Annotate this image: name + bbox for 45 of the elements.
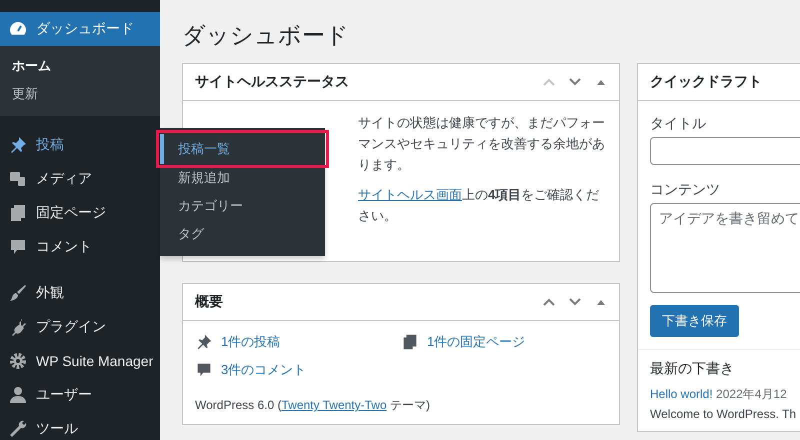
- title-input[interactable]: [650, 137, 800, 165]
- submenu-item[interactable]: 更新: [0, 80, 160, 108]
- field-label: コンテンツ: [650, 181, 721, 199]
- submenu-item[interactable]: ホーム: [0, 52, 160, 80]
- flyout-item[interactable]: タグ: [160, 220, 325, 248]
- sidebar-item[interactable]: WP Suite Manager: [0, 344, 160, 378]
- pushpin-icon: [195, 333, 213, 351]
- card-title: 概要: [195, 293, 224, 311]
- health-advice-text: サイトヘルス画面上の4項目をご確認ください。: [358, 186, 600, 226]
- sidebar-item[interactable]: ユーザー: [0, 378, 160, 412]
- draft-excerpt: Welcome to WordPress. Th: [650, 407, 798, 421]
- card-title: サイトヘルスステータス: [195, 73, 350, 91]
- page-title: ダッシュボード: [182, 21, 350, 50]
- theme-link[interactable]: Twenty Twenty-Two: [281, 398, 387, 412]
- sidebar-item[interactable]: 固定ページ: [0, 196, 160, 230]
- health-status-text: サイトの状態は健康ですが、まだパフォーマンスやセキュリティを改善する余地があります。: [358, 114, 606, 174]
- stat-link[interactable]: 3件のコメント: [221, 361, 306, 379]
- stat-link[interactable]: 1件の固定ページ: [427, 333, 526, 351]
- media-icon: [8, 169, 28, 189]
- sidebar-item[interactable]: 投稿: [0, 128, 160, 162]
- sidebar-item[interactable]: コメント: [0, 230, 160, 264]
- section-heading: 最新の下書き: [650, 360, 735, 378]
- sidebar-item[interactable]: ツール: [0, 412, 160, 440]
- card-title: クイックドラフト: [650, 73, 763, 91]
- draft-link[interactable]: Hello world!: [650, 387, 713, 401]
- sidebar-item[interactable]: 外観: [0, 276, 160, 310]
- paintbrush-icon: [8, 283, 28, 303]
- wrench-icon: [8, 419, 28, 439]
- flyout-item[interactable]: カテゴリー: [160, 192, 325, 220]
- stat-link[interactable]: 1件の投稿: [221, 333, 280, 351]
- site-health-link[interactable]: サイトヘルス画面: [358, 187, 462, 202]
- speech-bubble-icon: [195, 361, 213, 379]
- user-icon: [8, 385, 28, 405]
- pages-icon: [401, 333, 419, 351]
- sidebar-item[interactable]: ダッシュボード: [0, 12, 160, 46]
- field-label: タイトル: [650, 115, 707, 133]
- sidebar-item[interactable]: メディア: [0, 162, 160, 196]
- version-text: WordPress 6.0 (Twenty Twenty-Two テーマ): [195, 397, 431, 414]
- gear-icon: [8, 351, 28, 371]
- sidebar-item[interactable]: プラグイン: [0, 310, 160, 344]
- pages-icon: [8, 203, 28, 223]
- save-draft-button[interactable]: 下書き保存: [650, 305, 739, 337]
- draft-date: 2022年4月12: [716, 387, 787, 401]
- flyout-item[interactable]: 新規追加: [160, 164, 325, 192]
- content-textarea[interactable]: アイデアを書き留めて: [650, 203, 800, 293]
